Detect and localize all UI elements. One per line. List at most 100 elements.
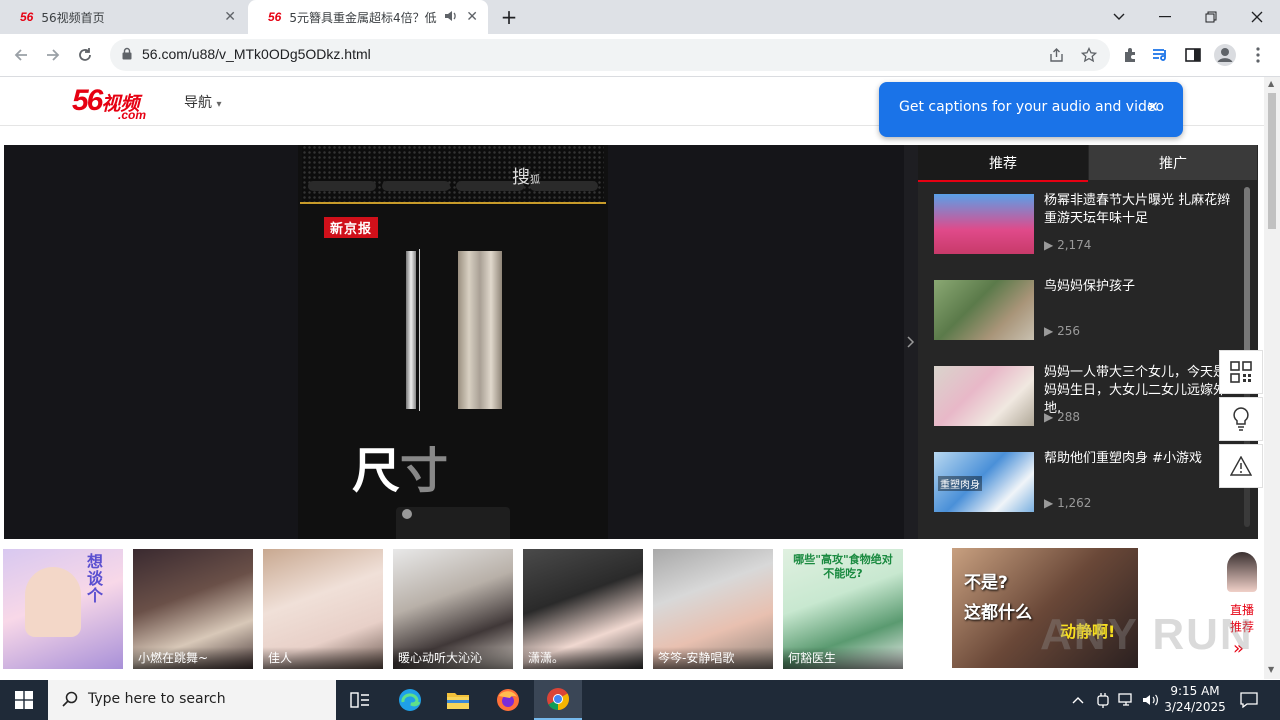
browser-tab-strip: 56 56视频首页 ✕ 56 5元簪具重金属超标4倍？低 ✕ + [0, 0, 1280, 34]
stream-card[interactable]: 笒笒-安静唱歌 [653, 549, 773, 669]
news-badge: 新京报 [324, 217, 379, 238]
streamer-name: 潇潇。 [523, 647, 643, 669]
streamer-name: 何豁医生 [783, 647, 903, 669]
tab-video-active[interactable]: 56 5元簪具重金属超标4倍？低 ✕ [248, 0, 488, 34]
side-panel-icon[interactable] [1180, 42, 1206, 68]
video-title[interactable]: 鸟妈妈保护孩子 [1044, 278, 1234, 296]
bookmark-star-icon[interactable] [1076, 42, 1102, 68]
tab-favicon-56: 56 [268, 10, 282, 24]
thumbnail-label: 重塑肉身 [938, 476, 982, 491]
media-control-icon[interactable] [1148, 42, 1174, 68]
video-thumbnail[interactable] [934, 366, 1034, 426]
list-item[interactable]: 鸟妈妈保护孩子 ▶ 256 [934, 278, 1234, 342]
video-title[interactable]: 杨幂非遗春节大片曝光 扎麻花辫重游天坛年味十足 [1044, 192, 1234, 228]
tab-search-dropdown-icon[interactable] [1096, 0, 1142, 34]
stream-overlay-text: 想谈个 [87, 552, 104, 605]
restore-button[interactable] [1188, 0, 1234, 34]
panel-scroll-thumb[interactable] [1244, 187, 1250, 377]
scroll-down-icon[interactable]: ▼ [1268, 665, 1274, 674]
recommend-panel: 推荐 推广 杨幂非遗春节大片曝光 扎麻花辫重游天坛年味十足 ▶ 2,174 鸟妈… [918, 145, 1258, 539]
logo-domain: .com [118, 108, 147, 122]
promo-text: 不是? 这都什么 [964, 573, 1032, 623]
video-gold-line [300, 202, 606, 204]
stream-card[interactable]: 暖心动听大沁沁 [393, 549, 513, 669]
list-item[interactable]: 重塑肉身 帮助他们重塑肉身 #小游戏 ▶ 1,262 [934, 450, 1234, 514]
windows-taskbar: Type here to search 9:15 AM 3/24/2025 [0, 680, 1280, 720]
video-player[interactable]: 搜狐 新京报 尺寸 [4, 145, 904, 539]
page-scroll-thumb[interactable] [1268, 93, 1276, 229]
stream-card[interactable]: 佳人 [263, 549, 383, 669]
stream-card[interactable]: 想谈个 [3, 549, 123, 669]
view-count: ▶ 2,174 [1044, 238, 1092, 252]
video-rod-right [458, 251, 502, 409]
file-explorer-icon[interactable] [434, 680, 482, 720]
side-panel-toggle[interactable] [904, 145, 918, 539]
view-count: ▶ 1,262 [1044, 496, 1092, 510]
edge-browser-icon[interactable] [386, 680, 434, 720]
new-tab-button[interactable]: + [494, 0, 524, 34]
video-thumbnail[interactable] [934, 280, 1034, 340]
chrome-taskbar-icon[interactable] [534, 680, 582, 720]
lock-icon[interactable] [122, 47, 132, 64]
report-warning-icon[interactable] [1219, 444, 1263, 488]
network-icon[interactable] [1115, 680, 1139, 720]
taskbar-clock[interactable]: 9:15 AM 3/24/2025 [1160, 683, 1230, 715]
chrome-menu-icon[interactable] [1245, 42, 1271, 68]
address-bar[interactable]: 56.com/u88/v_MTk0ODg5ODkz.html [110, 39, 1110, 71]
task-view-icon[interactable] [336, 680, 384, 720]
list-item[interactable]: 杨幂非遗春节大片曝光 扎麻花辫重游天坛年味十足 ▶ 2,174 [934, 192, 1234, 256]
usb-device-icon[interactable] [1092, 680, 1114, 720]
stream-card[interactable]: 哪些"高攻"食物绝对不能吃? 何豁医生 [783, 549, 903, 669]
profile-avatar-icon[interactable] [1212, 42, 1238, 68]
notifications-icon[interactable] [1234, 680, 1264, 720]
tray-chevron-icon[interactable] [1066, 680, 1090, 720]
browser-toolbar: 56.com/u88/v_MTk0ODg5ODkz.html [0, 34, 1280, 77]
site-nav-menu[interactable]: 导航 ▾ [184, 92, 221, 112]
captions-close-icon[interactable]: ✕ [1146, 98, 1159, 116]
url-text[interactable]: 56.com/u88/v_MTk0ODg5ODkz.html [142, 46, 371, 62]
captions-promo-bubble: Get captions for your audio and video ✕ [879, 82, 1183, 137]
speaker-icon[interactable] [444, 10, 458, 25]
video-title[interactable]: 帮助他们重塑肉身 #小游戏 [1044, 450, 1234, 468]
share-icon[interactable] [1044, 42, 1070, 68]
stream-overlay-text: 哪些"高攻"食物绝对不能吃? [793, 553, 893, 580]
tab-favicon-56: 56 [20, 10, 34, 24]
reload-icon[interactable] [72, 42, 98, 68]
stream-card[interactable]: 潇潇。 [523, 549, 643, 669]
tab-close-icon[interactable]: ✕ [224, 9, 236, 25]
sohu-watermark: 搜狐 [512, 167, 540, 188]
video-top-banner [302, 145, 604, 205]
tab-title: 56视频首页 [41, 10, 105, 25]
minimize-button[interactable] [1142, 0, 1188, 34]
firefox-icon[interactable] [484, 680, 532, 720]
stream-figure [25, 567, 81, 637]
tab-promote[interactable]: 推广 [1089, 145, 1257, 180]
clock-time: 9:15 AM [1170, 684, 1220, 698]
tab-56-home[interactable]: 56 56视频首页 ✕ [0, 0, 246, 34]
close-window-button[interactable] [1234, 0, 1280, 34]
page-scrollbar[interactable]: ▲ ▼ [1264, 77, 1280, 679]
scroll-up-icon[interactable]: ▲ [1268, 79, 1274, 88]
live-avatar [1227, 552, 1257, 592]
video-rod-left [406, 251, 416, 409]
video-caption: 尺寸 [352, 443, 449, 499]
streamer-name: 佳人 [263, 647, 383, 669]
stream-card[interactable]: 小燃在跳舞~ [133, 549, 253, 669]
forward-arrow-icon[interactable] [40, 42, 66, 68]
windows-start-icon[interactable] [0, 680, 48, 720]
tab-close-icon[interactable]: ✕ [466, 9, 478, 25]
extensions-puzzle-icon[interactable] [1117, 42, 1143, 68]
tab-recommend[interactable]: 推荐 [918, 145, 1088, 182]
list-item[interactable]: 妈妈一人带大三个女儿，今天是妈妈生日，大女儿二女儿远嫁外地, ▶ 288 [934, 365, 1234, 428]
site-logo-56[interactable]: 56视频 .com [72, 84, 146, 122]
play-count-icon: ▶ [1044, 238, 1054, 252]
view-count: ▶ 288 [1044, 410, 1080, 424]
video-frame[interactable]: 搜狐 新京报 尺寸 [298, 145, 608, 539]
back-arrow-icon[interactable] [8, 42, 34, 68]
lightbulb-icon[interactable] [1219, 397, 1263, 441]
taskbar-search-box[interactable]: Type here to search [48, 680, 336, 720]
streamer-name: 暖心动听大沁沁 [393, 647, 513, 669]
video-thumbnail[interactable]: 重塑肉身 [934, 452, 1034, 512]
qr-code-icon[interactable] [1219, 350, 1263, 394]
video-thumbnail[interactable] [934, 194, 1034, 254]
